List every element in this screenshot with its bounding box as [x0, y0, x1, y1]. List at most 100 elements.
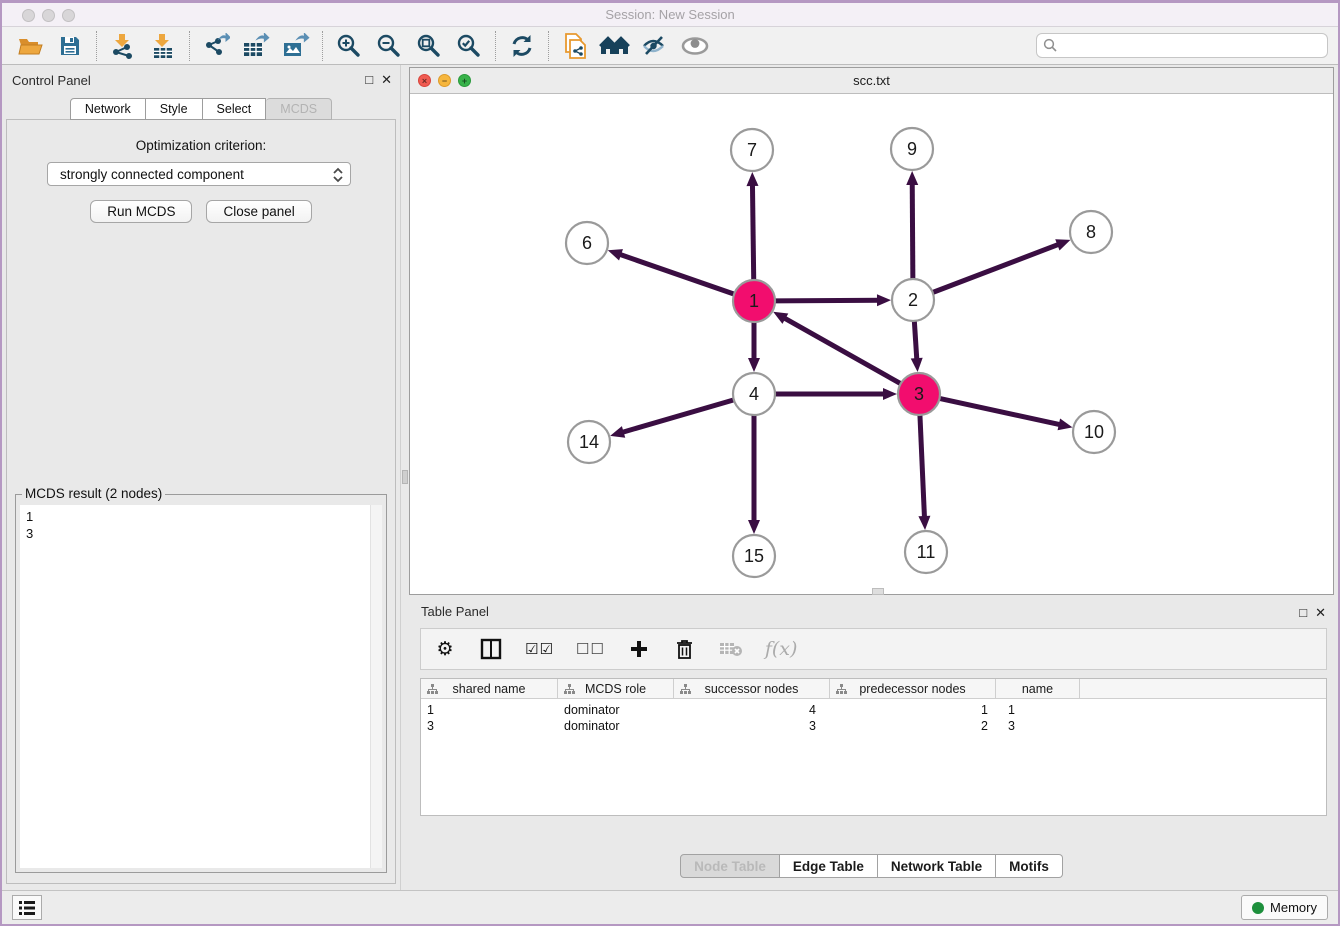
vertical-splitter[interactable] [400, 65, 408, 890]
toolbar-separator [495, 31, 496, 61]
memory-button[interactable]: Memory [1241, 895, 1328, 920]
control-panel-close-icon[interactable]: ✕ [381, 72, 392, 88]
graph-edge-arrow [906, 171, 918, 185]
export-table-icon[interactable] [236, 30, 276, 62]
graph-edge-arrow [911, 358, 923, 372]
column-header-successor-nodes[interactable]: successor nodes [674, 679, 830, 699]
graph-edge-2-8[interactable] [933, 243, 1062, 292]
cell-mcds-role[interactable]: dominator [558, 718, 674, 735]
network-canvas[interactable]: 1234678910111415 [410, 94, 1333, 594]
horizontal-splitter-grip[interactable] [872, 588, 884, 595]
mcds-result-list[interactable]: 1 3 [20, 505, 370, 868]
settings-gear-icon[interactable]: ⚙ [433, 635, 457, 663]
export-image-icon[interactable] [276, 30, 316, 62]
delete-table-icon[interactable] [719, 635, 743, 663]
show-columns-icon[interactable] [479, 635, 503, 663]
hide-selected-icon[interactable] [635, 30, 675, 62]
tab-edge-table[interactable]: Edge Table [780, 854, 878, 878]
table-row[interactable]: 1 dominator 4 1 1 [421, 702, 1326, 719]
table-toolbar: ⚙ ☑☑ ☐☐ f(x) [420, 628, 1327, 670]
import-network-icon[interactable] [103, 30, 143, 62]
table-row[interactable]: 3 dominator 3 2 3 [421, 718, 1326, 735]
close-panel-button[interactable]: Close panel [206, 200, 311, 223]
search-input[interactable] [1036, 33, 1328, 58]
run-mcds-button[interactable]: Run MCDS [90, 200, 192, 223]
graph-node-label: 9 [907, 139, 917, 159]
graph-edge-arrow [877, 294, 891, 306]
new-network-from-selection-icon[interactable] [555, 30, 595, 62]
table-panel-title: Table Panel [421, 604, 489, 619]
mcds-result-line: 3 [26, 525, 364, 542]
cell-predecessor-nodes[interactable]: 2 [830, 718, 996, 735]
graph-node-label: 15 [744, 546, 764, 566]
tab-mcds[interactable]: MCDS [266, 98, 332, 120]
tab-motifs[interactable]: Motifs [996, 854, 1063, 878]
mcds-result-group: MCDS result (2 nodes) 1 3 [15, 494, 387, 873]
column-header-predecessor-nodes[interactable]: predecessor nodes [830, 679, 996, 699]
cell-successor-nodes[interactable]: 3 [674, 718, 830, 735]
tab-node-table[interactable]: Node Table [680, 854, 780, 878]
zoom-fit-icon[interactable] [409, 30, 449, 62]
search-icon [1043, 38, 1058, 53]
criterion-value: strongly connected component [60, 167, 244, 182]
graph-node-label: 2 [908, 290, 918, 310]
table-panel-float-icon[interactable]: □ [1299, 605, 1307, 621]
refresh-layout-icon[interactable] [502, 30, 542, 62]
table-panel-header: Table Panel □ ✕ [409, 598, 1334, 624]
show-all-icon[interactable] [675, 30, 715, 62]
graph-edge-1-2[interactable] [775, 300, 882, 301]
cell-name[interactable]: 3 [996, 718, 1080, 735]
graph-edge-2-3[interactable] [914, 321, 917, 363]
zoom-selected-icon[interactable] [449, 30, 489, 62]
zoom-out-icon[interactable] [369, 30, 409, 62]
export-network-icon[interactable] [196, 30, 236, 62]
tab-network-table[interactable]: Network Table [878, 854, 996, 878]
graph-edge-arrow [1058, 418, 1073, 430]
import-table-icon[interactable] [143, 30, 183, 62]
graph-edge-3-10[interactable] [940, 398, 1064, 425]
open-session-icon[interactable] [10, 30, 50, 62]
graph-edge-1-7[interactable] [752, 181, 753, 280]
network-graph: 1234678910111415 [410, 94, 1333, 594]
function-builder-icon[interactable]: f(x) [765, 635, 798, 663]
cell-predecessor-nodes[interactable]: 1 [830, 702, 996, 719]
graph-edge-2-9[interactable] [912, 180, 913, 279]
table-panel-close-icon[interactable]: ✕ [1315, 605, 1326, 621]
create-column-icon[interactable] [627, 635, 651, 663]
tab-network[interactable]: Network [70, 98, 146, 120]
network-window-title-bar: × − + scc.txt [410, 68, 1333, 94]
zoom-in-icon[interactable] [329, 30, 369, 62]
mcds-result-scrollbar[interactable] [370, 505, 382, 868]
memory-status-icon [1252, 902, 1264, 914]
column-header-shared-name[interactable]: shared name [421, 679, 558, 699]
cell-successor-nodes[interactable]: 4 [674, 702, 830, 719]
graph-edge-1-6[interactable] [616, 253, 734, 294]
column-header-mcds-role[interactable]: MCDS role [558, 679, 674, 699]
save-session-icon[interactable] [50, 30, 90, 62]
cell-shared-name[interactable]: 1 [421, 702, 558, 719]
mcds-panel: Optimization criterion: strongly connect… [6, 119, 396, 884]
tab-style[interactable]: Style [146, 98, 203, 120]
deselect-all-columns-icon[interactable]: ☐☐ [576, 635, 605, 663]
graph-edge-4-14[interactable] [619, 400, 734, 433]
criterion-select[interactable]: strongly connected component [47, 162, 351, 186]
graph-edge-arrow [746, 172, 758, 186]
first-neighbors-icon[interactable] [595, 30, 635, 62]
delete-columns-icon[interactable] [673, 635, 697, 663]
graph-edge-arrow [748, 520, 760, 534]
mcds-result-title: MCDS result (2 nodes) [22, 486, 165, 501]
toolbar-separator [548, 31, 549, 61]
graph-edge-3-11[interactable] [920, 415, 925, 521]
select-all-columns-icon[interactable]: ☑☑ [525, 635, 554, 663]
cell-name[interactable]: 1 [996, 702, 1080, 719]
graph-node-label: 10 [1084, 422, 1104, 442]
control-panel-float-icon[interactable]: □ [365, 72, 373, 88]
column-header-name[interactable]: name [996, 679, 1080, 699]
cell-shared-name[interactable]: 3 [421, 718, 558, 735]
graph-edge-3-1[interactable] [781, 316, 901, 383]
graph-node-label: 3 [914, 384, 924, 404]
tab-select[interactable]: Select [203, 98, 267, 120]
toolbar-separator [322, 31, 323, 61]
task-history-button[interactable] [12, 895, 42, 920]
cell-mcds-role[interactable]: dominator [558, 702, 674, 719]
